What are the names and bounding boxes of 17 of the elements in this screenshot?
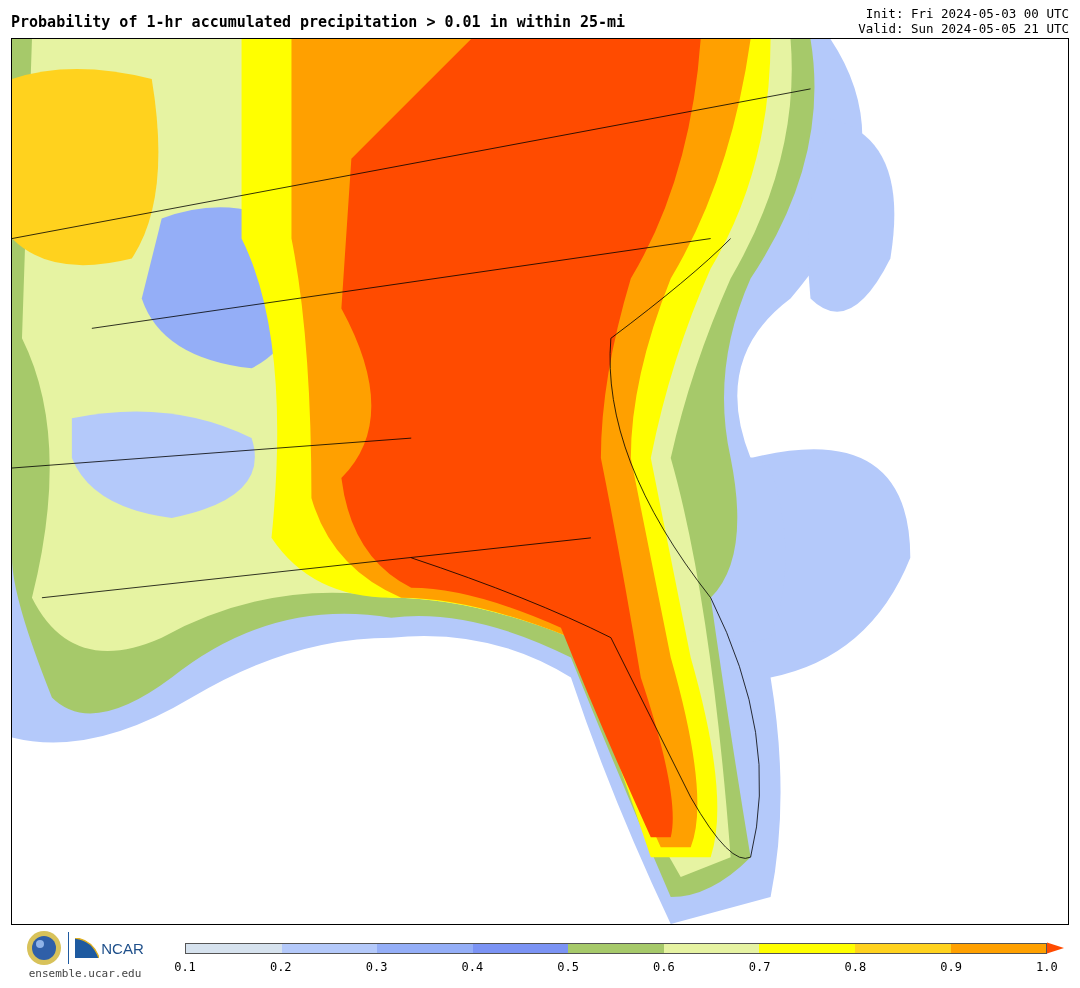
colorbar-tick-label: 0.7 [747,960,772,974]
colorbar-tick-label: 0.8 [843,960,868,974]
colorbar-tick-label: 0.5 [556,960,580,974]
colorbar-tick-label: 0.2 [268,960,293,974]
chart-title: Probability of 1-hr accumulated precipitation > 0.01 in within 25-mi [11,13,626,31]
valid-time: Valid: Sun 2024-05-05 21 UTC [858,21,1069,36]
site-url: ensemble.ucar.edu [28,967,142,980]
colorbar-tick-label: 0.1 [173,960,197,974]
colorbar-tick-label: 0.4 [460,960,485,974]
swoosh-logo-icon [75,938,100,958]
colorbar-tick-label: 1.0 [1035,960,1059,974]
init-time: Init: Fri 2024-05-03 00 UTC [864,6,1069,21]
seal-logo-icon [26,930,63,966]
colorbar-tick-label: 0.3 [364,960,389,974]
logo-wordmark: NCAR [101,939,144,957]
colorbar-tick-label: 0.6 [652,960,676,974]
colorbar-tick-label: 0.9 [939,960,963,974]
